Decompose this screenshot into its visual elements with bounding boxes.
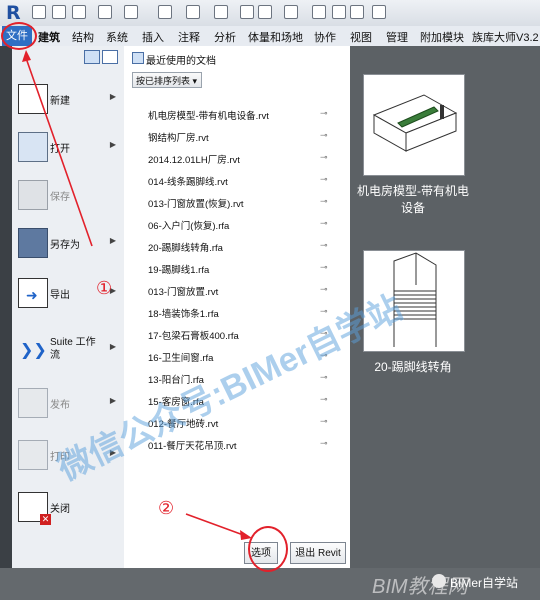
red-arrows (22, 50, 252, 540)
annotation-number-1: ① (96, 278, 113, 298)
annotation-number-2: ② (158, 498, 175, 518)
